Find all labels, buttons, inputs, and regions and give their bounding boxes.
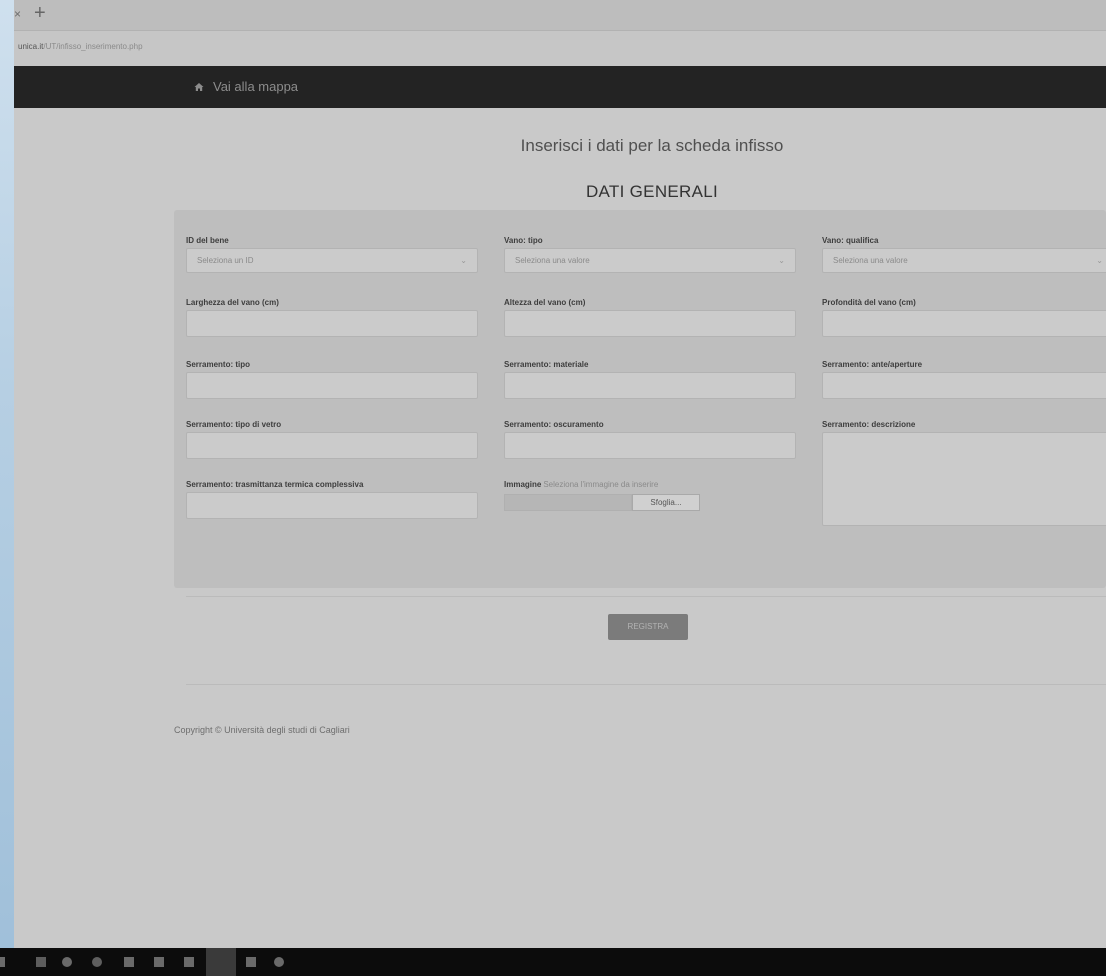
top-navbar: Vai alla mappa: [14, 66, 1106, 108]
serr-ante-label: Serramento: ante/aperture: [822, 360, 923, 369]
footer-copyright: Copyright © Università degli studi di Ca…: [174, 725, 350, 735]
profondita-label: Profondità del vano (cm): [822, 298, 916, 307]
serr-descrizione-textarea[interactable]: [822, 432, 1106, 526]
serr-materiale-input[interactable]: [504, 372, 796, 399]
address-bar[interactable]: unica.it/UT/infisso_inserimento.php: [14, 31, 1106, 66]
serr-vetro-label: Serramento: tipo di vetro: [186, 420, 282, 429]
field-serr-trasmittanza: Serramento: trasmittanza termica comples…: [186, 478, 478, 519]
vano-qualifica-label: Vano: qualifica: [822, 236, 879, 245]
close-tab-icon[interactable]: ×: [14, 7, 21, 21]
register-button[interactable]: REGISTRA: [608, 614, 688, 640]
chevron-down-icon: ⌄: [1096, 256, 1103, 265]
serr-tipo-input[interactable]: [186, 372, 478, 399]
vano-tipo-select[interactable]: Seleziona una valore ⌄: [504, 248, 796, 273]
active-app-icon[interactable]: [206, 948, 236, 976]
vano-qualifica-select[interactable]: Seleziona una valore ⌄: [822, 248, 1106, 273]
field-immagine: Immagine Seleziona l'immagine da inserire…: [504, 478, 700, 511]
app-icon[interactable]: [36, 957, 46, 967]
vano-tipo-placeholder: Seleziona una valore: [515, 256, 590, 265]
url-path: /UT/infisso_inserimento.php: [43, 42, 143, 51]
url-host: unica.it: [18, 42, 44, 51]
browser-window: × + unica.it/UT/infisso_inserimento.php …: [14, 0, 1106, 948]
new-tab-button[interactable]: +: [34, 2, 46, 24]
id-bene-select[interactable]: Seleziona un ID ⌄: [186, 248, 478, 273]
serr-materiale-label: Serramento: materiale: [504, 360, 589, 369]
file-input[interactable]: Sfoglia...: [504, 494, 700, 511]
immagine-note: Seleziona l'immagine da inserire: [543, 480, 659, 489]
tab-strip: × +: [14, 0, 1106, 31]
serr-oscuramento-input[interactable]: [504, 432, 796, 459]
serr-vetro-input[interactable]: [186, 432, 478, 459]
altezza-input[interactable]: [504, 310, 796, 337]
divider: [186, 684, 1106, 685]
form-panel: ID del bene Seleziona un ID ⌄ Vano: tipo…: [174, 210, 1106, 588]
field-serr-materiale: Serramento: materiale: [504, 358, 796, 399]
id-bene-placeholder: Seleziona un ID: [197, 256, 254, 265]
field-altezza: Altezza del vano (cm): [504, 296, 796, 337]
serr-oscuramento-label: Serramento: oscuramento: [504, 420, 604, 429]
home-icon: [194, 82, 204, 92]
file-name-box[interactable]: [504, 494, 632, 511]
app-icon[interactable]: [124, 957, 134, 967]
vano-tipo-label: Vano: tipo: [504, 236, 543, 245]
serr-trasmittanza-input[interactable]: [186, 492, 478, 519]
altezza-label: Altezza del vano (cm): [504, 298, 586, 307]
page-title: Inserisci i dati per la scheda infisso: [520, 136, 784, 155]
divider: [186, 596, 1106, 597]
taskbar: [0, 948, 1106, 976]
larghezza-input[interactable]: [186, 310, 478, 337]
chevron-down-icon: ⌄: [460, 256, 467, 265]
immagine-label-row: Immagine Seleziona l'immagine da inserire: [504, 478, 700, 492]
serr-tipo-label: Serramento: tipo: [186, 360, 251, 369]
profondita-input[interactable]: [822, 310, 1106, 337]
field-vano-tipo: Vano: tipo Seleziona una valore ⌄: [504, 234, 796, 273]
field-vano-qualifica: Vano: qualifica Seleziona una valore ⌄: [822, 234, 1106, 273]
field-larghezza: Larghezza del vano (cm): [186, 296, 478, 337]
serr-descrizione-label: Serramento: descrizione: [822, 420, 916, 429]
larghezza-label: Larghezza del vano (cm): [186, 298, 279, 307]
field-serr-tipo: Serramento: tipo: [186, 358, 478, 399]
section-title: DATI GENERALI: [585, 182, 719, 201]
nav-home-link[interactable]: Vai alla mappa: [194, 79, 298, 94]
browse-button[interactable]: Sfoglia...: [632, 494, 700, 511]
app-icon[interactable]: [246, 957, 256, 967]
start-icon[interactable]: [0, 957, 5, 967]
id-bene-label: ID del bene: [186, 236, 229, 245]
field-serr-ante: Serramento: ante/aperture: [822, 358, 1106, 399]
app-icon[interactable]: [274, 957, 284, 967]
immagine-label: Immagine: [504, 480, 542, 489]
field-id-bene: ID del bene Seleziona un ID ⌄: [186, 234, 478, 273]
nav-home-label: Vai alla mappa: [213, 79, 299, 94]
app-icon[interactable]: [154, 957, 164, 967]
url-text[interactable]: unica.it/UT/infisso_inserimento.php: [18, 42, 143, 51]
serr-ante-input[interactable]: [822, 372, 1106, 399]
serr-trasmittanza-label: Serramento: trasmittanza termica comples…: [186, 480, 364, 489]
field-profondita: Profondità del vano (cm): [822, 296, 1106, 337]
chevron-down-icon: ⌄: [778, 256, 785, 265]
app-icon[interactable]: [184, 957, 194, 967]
field-serr-oscuramento: Serramento: oscuramento: [504, 418, 796, 459]
vano-qualifica-placeholder: Seleziona una valore: [833, 256, 908, 265]
browser-icon[interactable]: [62, 957, 72, 967]
app-icon[interactable]: [92, 957, 102, 967]
field-serr-vetro: Serramento: tipo di vetro: [186, 418, 478, 459]
field-serr-descrizione: Serramento: descrizione: [822, 418, 1106, 526]
